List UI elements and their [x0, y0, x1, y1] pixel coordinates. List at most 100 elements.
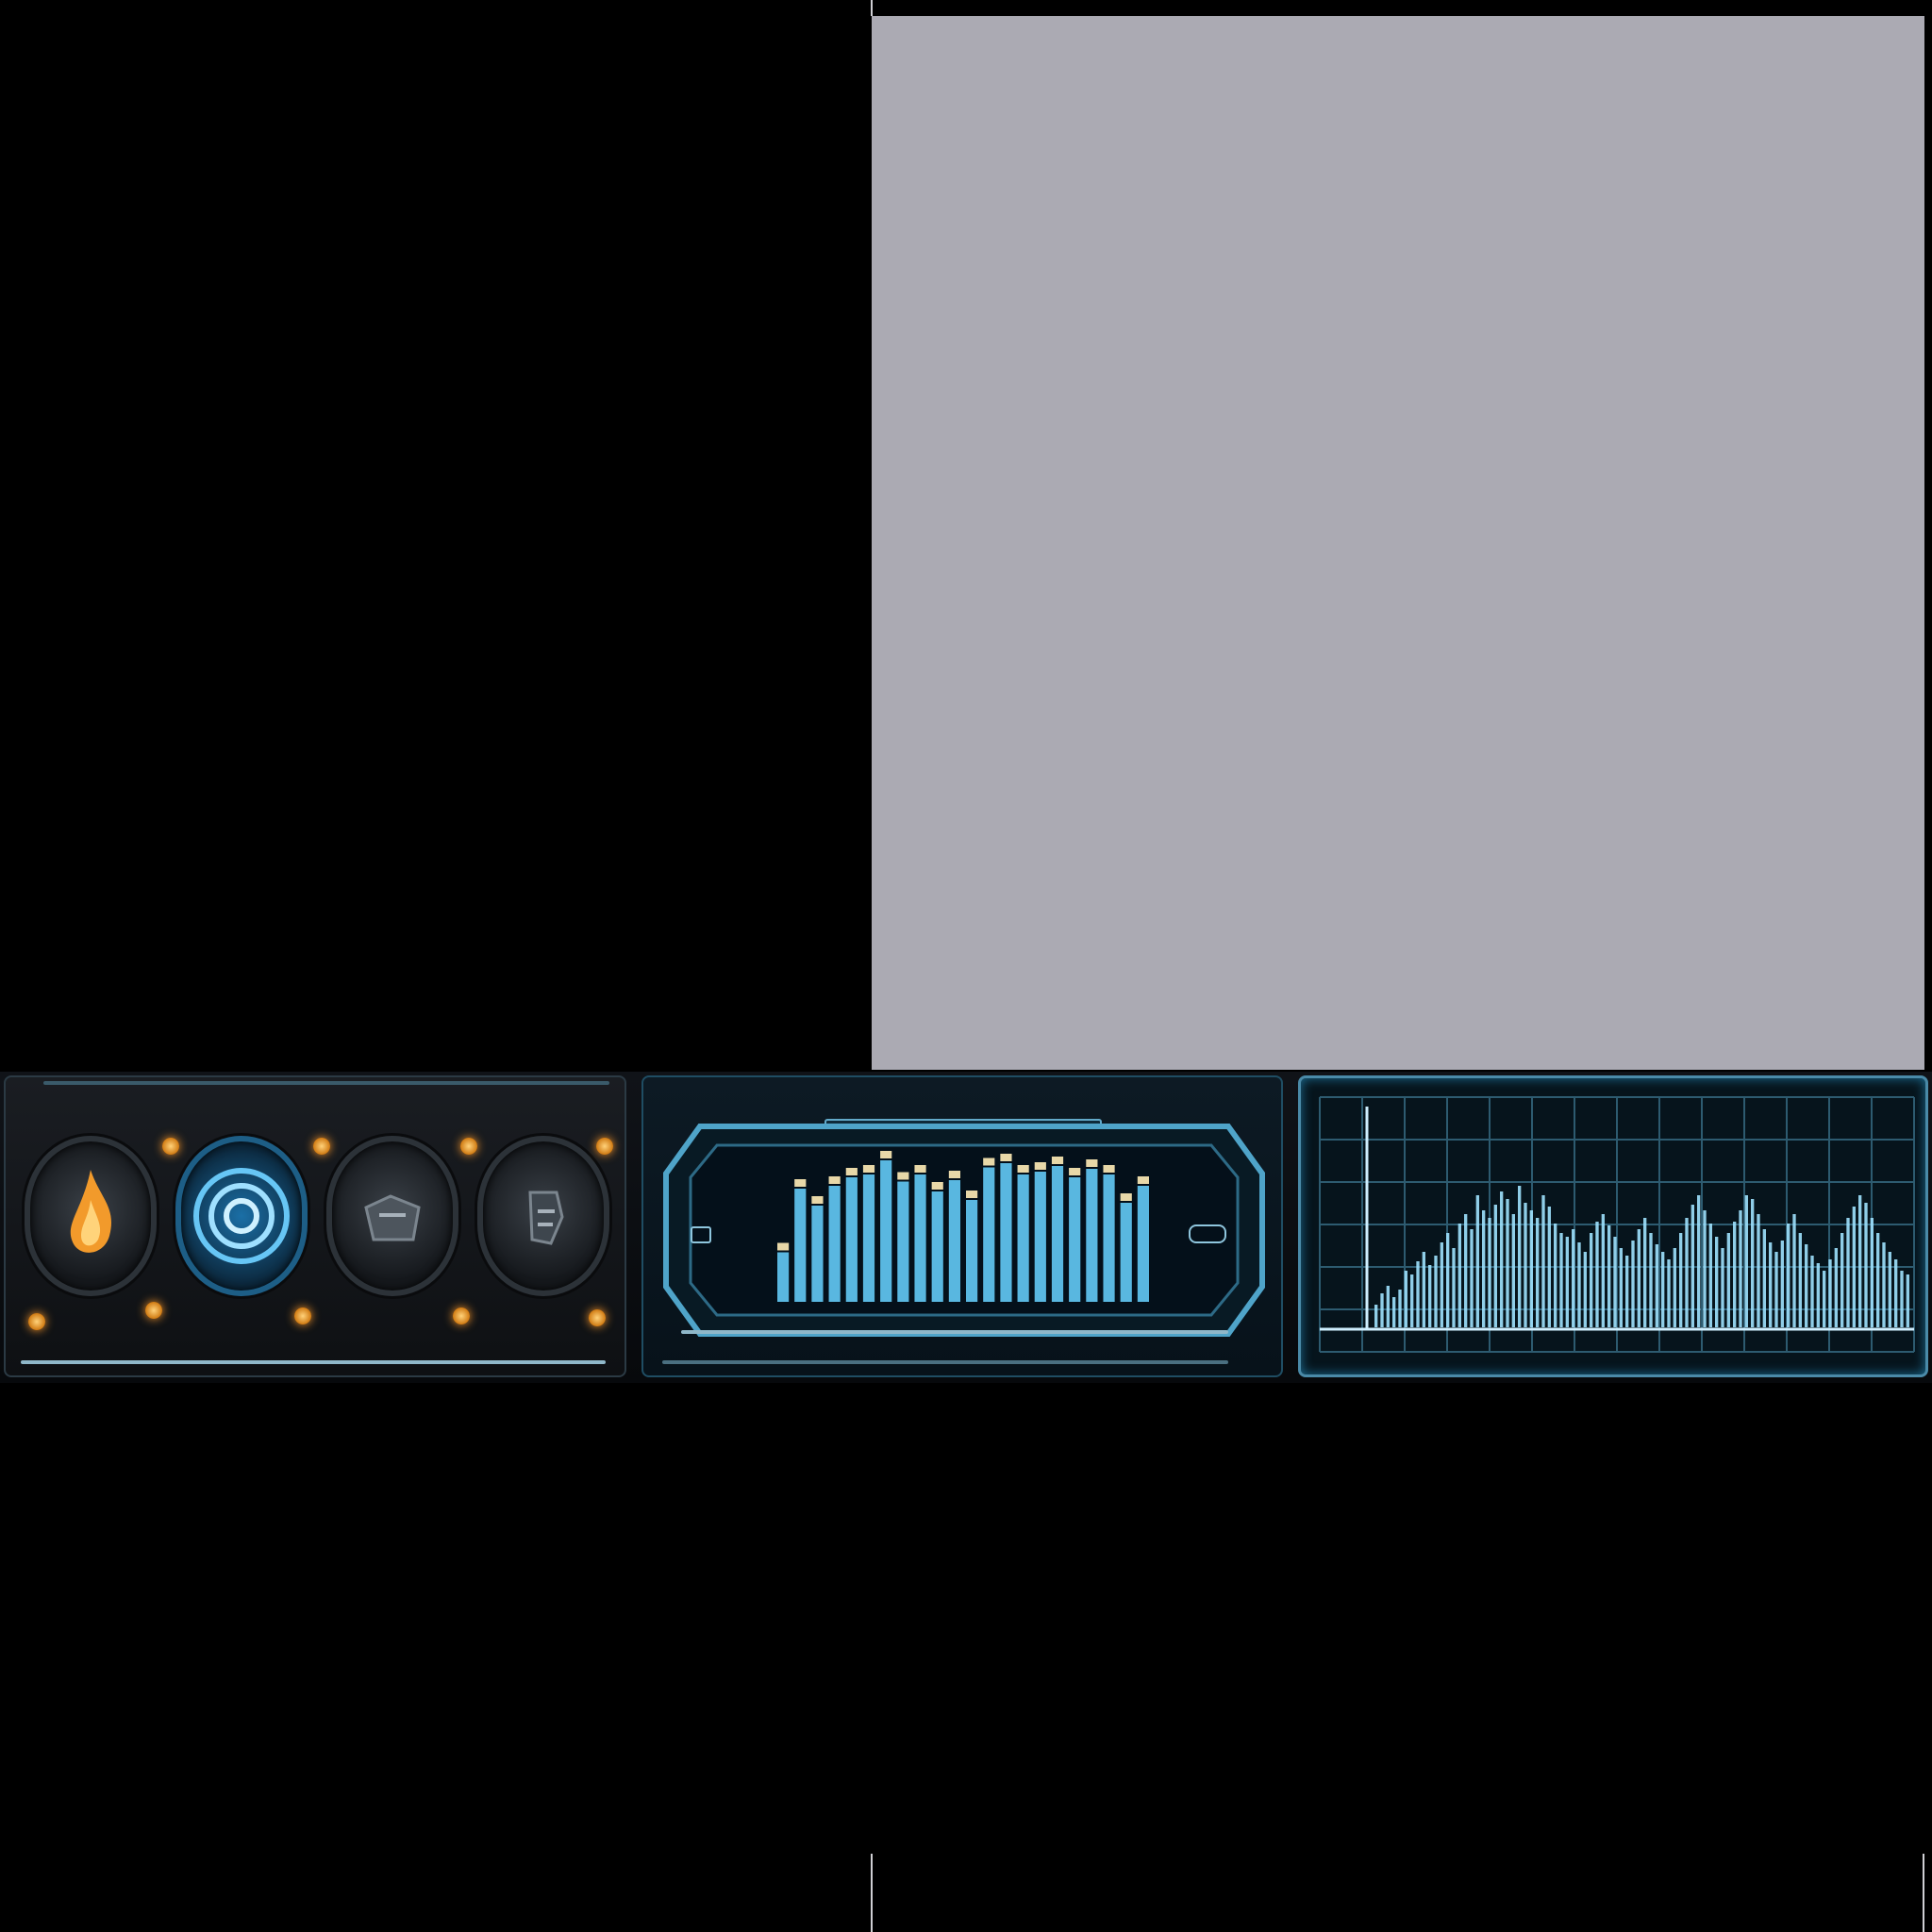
equalizer-bar-peak	[966, 1191, 978, 1198]
chart-bar	[1888, 1252, 1891, 1327]
chart-bar	[1721, 1248, 1724, 1327]
equalizer-panel	[641, 1075, 1283, 1377]
chart-bar	[1410, 1274, 1414, 1327]
chart-bar	[1828, 1259, 1832, 1327]
flame-icon	[70, 1170, 111, 1253]
chart-bar	[1816, 1263, 1820, 1327]
chart-bar	[1619, 1248, 1623, 1327]
chart-bar	[1374, 1305, 1378, 1327]
equalizer-bar	[777, 1252, 790, 1302]
chart-bar	[1457, 1224, 1461, 1327]
equalizer-bar	[1069, 1177, 1081, 1302]
chart-bar	[1655, 1244, 1658, 1327]
chart-bar	[1900, 1271, 1904, 1327]
chart-bar	[1452, 1248, 1456, 1327]
chart-bar	[1739, 1210, 1742, 1327]
ability-panel-rail	[21, 1360, 606, 1364]
chart-bar	[1404, 1271, 1407, 1327]
equalizer-bar-peak	[1137, 1176, 1149, 1184]
ability-gem	[596, 1138, 613, 1155]
chart-bar	[1744, 1195, 1748, 1327]
rune-icon	[528, 1191, 564, 1245]
chart-bar	[1751, 1199, 1755, 1327]
spectrum-chart-panel	[1298, 1075, 1928, 1377]
chart-bar	[1840, 1233, 1844, 1327]
chart-bar	[1493, 1205, 1497, 1327]
ability-gem	[294, 1307, 311, 1324]
chart-bar	[1673, 1248, 1676, 1327]
equalizer-bar-peak	[777, 1242, 790, 1251]
chart-bar	[1559, 1233, 1563, 1327]
chart-bar	[1583, 1252, 1587, 1327]
ability-gem	[453, 1307, 470, 1324]
chart-bar	[1846, 1218, 1850, 1327]
equalizer-bar-peak	[1051, 1157, 1064, 1164]
chart-bar	[1613, 1237, 1617, 1327]
equalizer-bar-peak	[828, 1176, 841, 1184]
chart-bar	[1416, 1261, 1420, 1327]
chart-bar	[1690, 1205, 1694, 1327]
equalizer-bar	[948, 1180, 960, 1302]
equalizer-bar-peak	[1103, 1165, 1115, 1173]
chart-bar	[1386, 1286, 1390, 1327]
equalizer-bar-peak	[1017, 1165, 1029, 1173]
chart-bar	[1697, 1195, 1701, 1327]
ability-gem	[589, 1309, 606, 1326]
equalizer-bar	[966, 1200, 978, 1302]
equalizer-bar-peak	[931, 1182, 943, 1190]
chart-bar	[1780, 1241, 1784, 1327]
equalizer-bar-peak	[1069, 1168, 1081, 1175]
equalizer-rail	[681, 1330, 1228, 1334]
ability-slot-water[interactable]	[175, 1136, 308, 1296]
chart-bar	[1834, 1248, 1838, 1327]
equalizer-bar-peak	[845, 1168, 858, 1175]
chart-bar	[1858, 1195, 1862, 1327]
chart-bar	[1392, 1297, 1396, 1327]
ability-slot-fire[interactable]	[25, 1136, 157, 1296]
chart-bar	[1518, 1186, 1522, 1327]
equalizer-bar-peak	[880, 1151, 892, 1158]
chart-bar	[1703, 1210, 1707, 1327]
equalizer-right-knob[interactable]	[1189, 1224, 1226, 1243]
chart-bar	[1870, 1218, 1874, 1327]
equalizer-bar-peak	[948, 1171, 960, 1178]
game-viewport[interactable]	[872, 16, 1924, 1070]
ability-slot-beast[interactable]	[326, 1136, 458, 1296]
equalizer-bar	[914, 1174, 926, 1302]
chart-bar	[1590, 1233, 1593, 1327]
ability-slot-rune[interactable]	[477, 1136, 609, 1296]
ability-gem	[162, 1138, 179, 1155]
chart-bar	[1805, 1244, 1808, 1327]
chart-bar	[1823, 1271, 1826, 1327]
equalizer-bar	[931, 1191, 943, 1302]
chart-bar	[1787, 1224, 1790, 1327]
equalizer-bar	[1103, 1174, 1115, 1302]
equalizer-bar-peak	[983, 1158, 995, 1166]
chart-bar	[1428, 1265, 1432, 1327]
chart-bar	[1708, 1224, 1712, 1327]
chart-bar	[1607, 1225, 1611, 1327]
chart-bar	[1643, 1218, 1647, 1327]
equalizer-bar-peak	[811, 1196, 824, 1204]
chart-bar	[1733, 1222, 1737, 1327]
equalizer-bar-peak	[1000, 1154, 1012, 1161]
chart-bar	[1475, 1195, 1479, 1327]
chart-bar	[1864, 1203, 1868, 1327]
chart-bar	[1536, 1218, 1540, 1327]
chart-bar	[1649, 1233, 1653, 1327]
equalizer-frame	[663, 1124, 1265, 1337]
chart-bar	[1876, 1233, 1880, 1327]
chart-bar	[1500, 1191, 1504, 1327]
equalizer-bar-peak	[914, 1165, 926, 1173]
equalizer-bar-peak	[862, 1165, 875, 1173]
equalizer-bar	[983, 1167, 995, 1302]
chart-bar	[1464, 1214, 1468, 1327]
equalizer-left-knob[interactable]	[691, 1226, 711, 1243]
divider-line-top	[871, 0, 873, 16]
ability-gem	[313, 1138, 330, 1155]
claw-icon	[364, 1194, 421, 1241]
chart-bar	[1762, 1229, 1766, 1327]
chart-bar	[1894, 1259, 1898, 1327]
chart-bar	[1792, 1214, 1796, 1327]
chart-bar	[1852, 1207, 1856, 1327]
